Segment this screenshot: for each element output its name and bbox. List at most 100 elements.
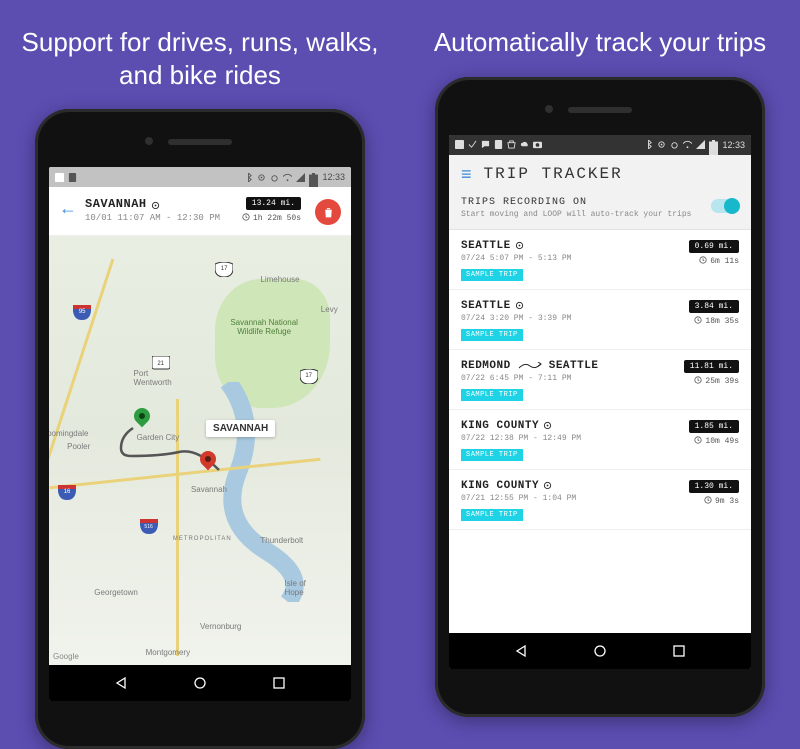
recording-toggle[interactable] <box>711 199 739 213</box>
sample-trip-tag: SAMPLE TRIP <box>461 329 523 341</box>
menu-button[interactable]: ≡ <box>461 165 472 183</box>
town-levy: Levy <box>321 305 338 314</box>
clock-icon <box>694 376 702 387</box>
nav-recent-icon[interactable] <box>672 644 686 658</box>
location-icon <box>257 173 266 182</box>
wifi-icon <box>683 140 692 149</box>
duration-label: 25m 39s <box>694 376 739 387</box>
trip-detail-header: ← SAVANNAH 10/01 11:07 AM - 12:30 PM 13.… <box>49 187 351 236</box>
town-metropolitan: METROPOLITAN <box>173 536 232 542</box>
chat-icon <box>481 140 490 149</box>
delete-button[interactable] <box>315 199 341 225</box>
crosshair-icon <box>543 421 552 430</box>
crosshair-icon <box>151 200 160 209</box>
start-pin[interactable] <box>134 408 154 436</box>
android-status-bar: 12:33 <box>449 135 751 155</box>
route-arrow-icon <box>518 362 542 370</box>
status-clock: 12:33 <box>322 172 345 182</box>
town-isle-of-hope: Isle of Hope <box>285 579 325 597</box>
hwy-shield-i516: 516 <box>140 519 158 534</box>
cloud-icon <box>520 140 529 149</box>
nav-recent-icon[interactable] <box>272 676 286 690</box>
recording-status-row: TRIPS RECORDING ON Start moving and LOOP… <box>449 193 751 230</box>
crosshair-icon <box>515 301 524 310</box>
crosshair-icon <box>515 241 524 250</box>
end-pin[interactable] <box>200 451 220 479</box>
alarm-icon <box>270 173 279 182</box>
camera-icon <box>533 140 542 149</box>
android-nav-bar <box>49 665 351 701</box>
phone-frame-right: 12:33 ≡ TRIP TRACKER TRIPS RECORDING ON … <box>435 77 765 717</box>
location-icon <box>657 140 666 149</box>
battery-icon <box>709 140 718 149</box>
battery-icon <box>309 173 318 182</box>
sample-trip-tag: SAMPLE TRIP <box>461 269 523 281</box>
river-shape <box>218 382 338 602</box>
hwy-shield-i16: 16 <box>58 485 76 500</box>
town-vernonburg: Vernonburg <box>200 622 241 631</box>
distance-pill: 3.84 mi. <box>689 300 739 313</box>
town-limehouse: Limehouse <box>260 275 299 284</box>
map-callout[interactable]: SAVANNAH <box>206 420 275 437</box>
map-attribution: Google <box>53 652 79 661</box>
town-pooler: Pooler <box>67 442 90 451</box>
app-badge-icon <box>455 140 464 149</box>
crosshair-icon <box>543 481 552 490</box>
headline-right: Automatically track your trips <box>416 26 784 59</box>
hwy-shield-i95: 95 <box>73 305 91 320</box>
distance-pill: 0.69 mi. <box>689 240 739 253</box>
android-nav-bar <box>449 633 751 669</box>
headline-left: Support for drives, runs, walks, and bik… <box>0 26 400 91</box>
duration-label: 18m 35s <box>694 316 739 327</box>
duration-label: 6m 11s <box>699 256 739 267</box>
android-status-bar: 12:33 <box>49 167 351 187</box>
distance-pill: 1.30 mi. <box>689 480 739 493</box>
clock-icon <box>704 496 712 507</box>
clock-icon <box>694 436 702 447</box>
nav-back-icon[interactable] <box>514 644 528 658</box>
trip-list[interactable]: SEATTLE07/24 5:07 PM - 5:13 PMSAMPLE TRI… <box>449 230 751 633</box>
clock-icon <box>699 256 707 267</box>
sim-icon <box>494 140 503 149</box>
sample-trip-tag: SAMPLE TRIP <box>461 509 523 521</box>
store-icon <box>507 140 516 149</box>
clock-icon <box>694 316 702 327</box>
duration-label: 10m 49s <box>694 436 739 447</box>
distance-pill: 13.24 mi. <box>246 197 301 210</box>
bluetooth-icon <box>644 140 653 149</box>
trip-item[interactable]: SEATTLE07/24 3:20 PM - 3:39 PMSAMPLE TRI… <box>449 290 751 350</box>
hwy-shield-us17b: 17 <box>300 369 318 384</box>
town-bloomingdale: Bloomingdale <box>49 429 88 438</box>
trip-detail-city: SAVANNAH <box>85 197 234 211</box>
town-georgetown: Georgetown <box>94 588 138 597</box>
map-view[interactable]: Savannah National Wildlife Refuge 95 17 … <box>49 236 351 665</box>
trip-item[interactable]: SEATTLE07/24 5:07 PM - 5:13 PMSAMPLE TRI… <box>449 230 751 290</box>
park-label: Savannah National Wildlife Refuge <box>224 318 304 336</box>
bluetooth-icon <box>244 173 253 182</box>
recording-subtitle: Start moving and LOOP will auto-track yo… <box>461 210 739 219</box>
clock-icon <box>242 213 250 224</box>
nav-home-icon[interactable] <box>593 644 607 658</box>
recording-title: TRIPS RECORDING ON <box>461 197 739 208</box>
sim-icon <box>68 173 77 182</box>
trip-item[interactable]: KING COUNTY07/22 12:38 PM - 12:49 PMSAMP… <box>449 410 751 470</box>
back-button[interactable]: ← <box>59 197 77 217</box>
hwy-shield-us17a: 17 <box>215 262 233 277</box>
alarm-icon <box>670 140 679 149</box>
duration-label: 9m 3s <box>704 496 739 507</box>
town-port-wentworth: Port Wentworth <box>134 369 184 387</box>
phone-frame-left: 12:33 ← SAVANNAH 10/01 11:07 AM - 12:30 … <box>35 109 365 749</box>
trip-item[interactable]: KING COUNTY07/21 12:55 PM - 1:04 PMSAMPL… <box>449 470 751 530</box>
trip-item[interactable]: REDMONDSEATTLE07/22 6:45 PM - 7:11 PMSAM… <box>449 350 751 410</box>
duration-label: 1h 22m 50s <box>242 213 301 224</box>
trash-icon <box>322 206 335 219</box>
distance-pill: 1.85 mi. <box>689 420 739 433</box>
signal-icon <box>296 173 305 182</box>
nav-back-icon[interactable] <box>114 676 128 690</box>
nav-home-icon[interactable] <box>193 676 207 690</box>
status-clock: 12:33 <box>722 140 745 150</box>
sample-trip-tag: SAMPLE TRIP <box>461 389 523 401</box>
check-icon <box>468 140 477 149</box>
app-header: ≡ TRIP TRACKER <box>449 155 751 193</box>
app-title: TRIP TRACKER <box>484 165 623 183</box>
